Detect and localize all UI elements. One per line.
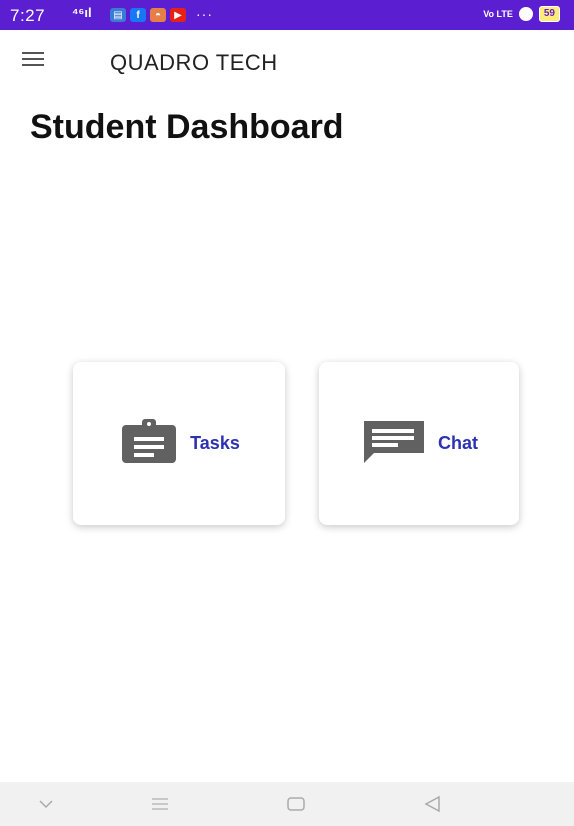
tasks-card[interactable]: Tasks	[73, 362, 285, 525]
youtube-icon: ▶	[170, 8, 186, 22]
clipboard-icon	[118, 417, 180, 470]
status-time: 7:27	[10, 6, 46, 25]
down-icon[interactable]	[34, 792, 58, 816]
home-icon[interactable]	[284, 792, 308, 816]
chat-label: Chat	[438, 433, 478, 453]
battery-icon: 59	[538, 6, 560, 22]
status-bar: 7:27 ⁴⁶ıl ▤ f ◓ ▶ ··· Vo LTE 59	[0, 0, 574, 30]
signal-icon: ⁴⁶ıl	[72, 5, 92, 20]
chat-icon	[360, 417, 428, 470]
more-notifications-icon: ···	[196, 6, 213, 22]
tasks-label: Tasks	[190, 433, 240, 453]
app-bar: QUADRO TECH	[0, 30, 574, 94]
recents-icon[interactable]	[148, 792, 172, 816]
facebook-icon: f	[130, 8, 146, 22]
page-title: Student Dashboard	[30, 108, 344, 146]
chat-card[interactable]: Chat	[319, 362, 519, 525]
alarm-icon	[518, 7, 533, 21]
app-title: QUADRO TECH	[110, 50, 278, 75]
navigation-bar	[0, 782, 574, 826]
messages-icon: ▤	[110, 8, 126, 22]
status-right: Vo LTE 59	[483, 6, 560, 22]
gallery-icon: ◓	[150, 8, 166, 22]
back-icon[interactable]	[420, 792, 444, 816]
notification-icons: ▤ f ◓ ▶	[110, 8, 186, 22]
hamburger-menu-icon[interactable]	[22, 52, 44, 68]
volte-icon: Vo LTE	[483, 8, 513, 19]
